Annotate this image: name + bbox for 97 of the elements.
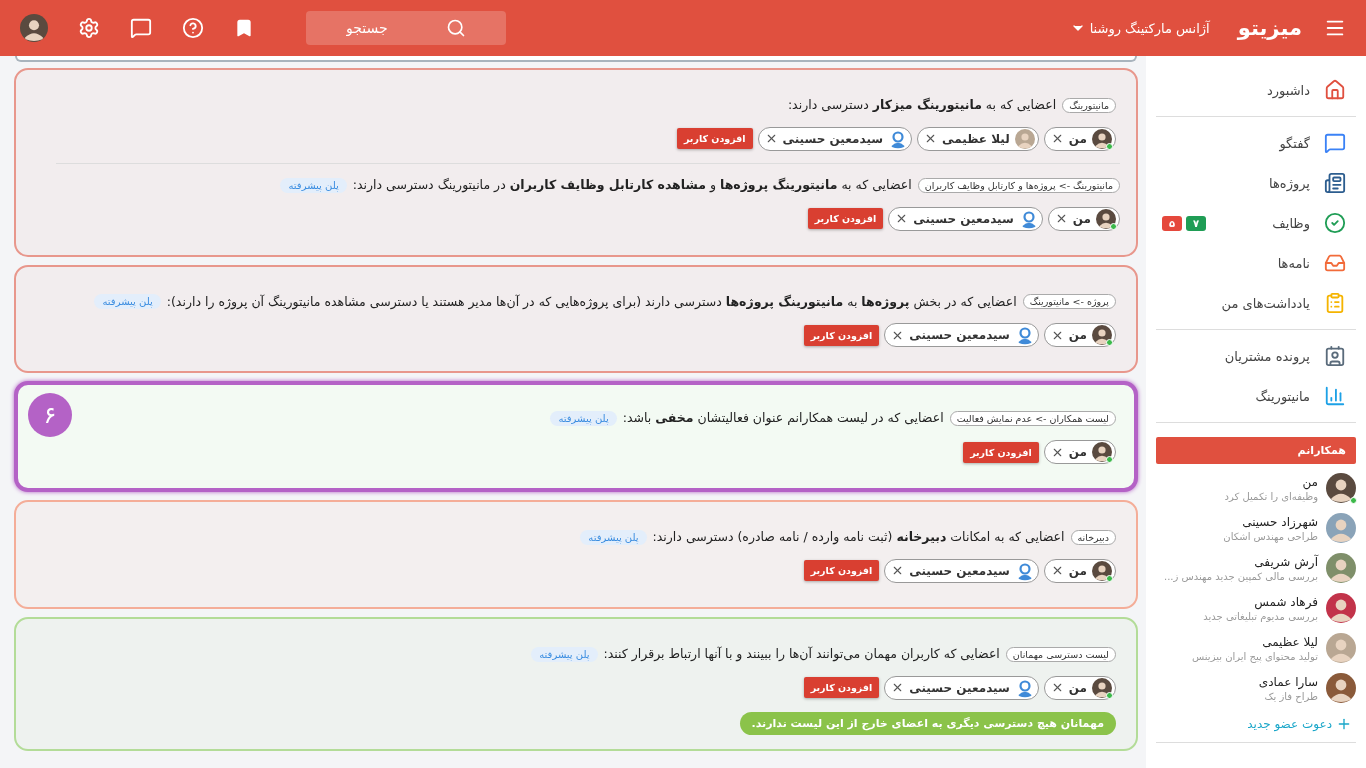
member-name: لیلا عظیمی xyxy=(942,131,1010,146)
section-tag: مانیتورینگ -> پروژه‌ها و کارتابل وظایف کاربران xyxy=(917,177,1120,193)
colleague-name: لیلا عظیمی xyxy=(1261,634,1318,649)
sidebar-item[interactable]: وظایف ۷ ۵ xyxy=(1156,203,1356,243)
member-name: من xyxy=(1072,211,1091,226)
member-name: سیدمعین حسینی xyxy=(909,563,1010,578)
sidebar-item[interactable]: پرونده مشتریان xyxy=(1156,336,1356,376)
colleague-status: طراحی مهندس اشکان xyxy=(1223,530,1318,542)
add-user-button[interactable]: افزودن کاربر xyxy=(803,324,880,346)
member-name: من xyxy=(1068,445,1087,459)
section-tag: لیست دسترسی مهمانان xyxy=(1005,646,1116,662)
section-tag: مانیتورینگ xyxy=(1062,97,1116,113)
colleague-name: من xyxy=(1301,474,1318,489)
colleague-status: تولید محتوای پیج ایران بیزینس xyxy=(1192,650,1318,662)
count-badge: ۷ xyxy=(1186,215,1207,231)
member-name: من xyxy=(1068,680,1087,695)
member-name: سیدمعین حسینی xyxy=(909,680,1010,695)
colleague-name: فرهاد شمس xyxy=(1253,594,1318,609)
guest-note: مهمانان هیچ دسترسی دیگری به اعضای خارج از این لیست ندارند. xyxy=(739,711,1116,735)
colleague-name: سارا عمادی xyxy=(1258,674,1318,689)
permission-description: اعضایی که به مانیتورینگ میزکار دسترسی دارند: xyxy=(787,96,1057,114)
colleagues-header: همکارانم xyxy=(1156,437,1356,464)
avatar-icon xyxy=(1092,442,1112,462)
colleague-item[interactable]: آرش شریفی بررسی مالی کمپین جدید مهندس ز... xyxy=(1156,548,1356,588)
permission-description: اعضایی که به امکانات دبیرخانه (ثبت نامه وارده / نامه صادره) دسترسی دارند: xyxy=(652,528,1065,547)
add-user-button[interactable]: افزودن کاربر xyxy=(803,677,880,698)
step-number: ۶ xyxy=(28,393,72,438)
add-user-button[interactable]: افزودن کاربر xyxy=(963,441,1039,463)
avatar-icon xyxy=(1014,128,1035,149)
avatar-icon xyxy=(1092,677,1112,698)
colleague-item[interactable]: فرهاد شمس بررسی مدیوم تبلیغاتی جدید xyxy=(1156,588,1356,628)
inbox-icon xyxy=(1324,252,1346,274)
avatar-icon xyxy=(1326,593,1356,623)
colleague-name: شهرزاد حسینی xyxy=(1241,514,1318,529)
avatar-icon xyxy=(1326,673,1356,703)
sidebar-item[interactable]: نامه‌ها xyxy=(1156,243,1356,283)
check-circle-icon xyxy=(1324,212,1346,234)
colleague-item[interactable]: من وظیفه‌ای را تکمیل کرد xyxy=(1156,468,1356,508)
colleague-status: وظیفه‌ای را تکمیل کرد xyxy=(1224,490,1318,502)
colleague-status: بررسی مالی کمپین جدید مهندس ز... xyxy=(1164,570,1318,582)
settings-icon[interactable] xyxy=(78,17,100,39)
permission-description: اعضایی که در لیست همکارانم عنوان فعالیتشان مخفی باشد: xyxy=(622,409,944,428)
section-tag: دبیرخانه xyxy=(1070,529,1116,545)
count-badge: ۵ xyxy=(1162,215,1183,231)
sidebar-item[interactable]: پروژه‌ها xyxy=(1156,163,1356,203)
add-user-button[interactable]: افزودن کاربر xyxy=(807,208,884,229)
user-avatar[interactable] xyxy=(20,14,48,42)
sidebar-item[interactable]: داشبورد xyxy=(1156,70,1356,110)
colleague-status: بررسی مدیوم تبلیغاتی جدید xyxy=(1203,610,1318,622)
plan-badge: پلن پیشرفته xyxy=(580,529,647,545)
chat-icon xyxy=(1324,132,1346,154)
member-name: سیدمعین حسینی xyxy=(782,131,884,146)
member-name: سیدمعین حسینی xyxy=(913,211,1014,226)
sidebar-item[interactable]: گفتگو xyxy=(1156,123,1356,163)
avatar-icon xyxy=(1092,560,1112,581)
colleague-status: طراح فاز یک xyxy=(1263,690,1318,702)
member-name: من xyxy=(1068,131,1087,146)
plus-icon xyxy=(1336,716,1352,732)
plan-badge: پلن پیشرفته xyxy=(94,294,161,310)
search-icon xyxy=(446,18,466,38)
add-user-button[interactable]: افزودن کاربر xyxy=(676,128,753,150)
colleague-name: آرش شریفی xyxy=(1253,554,1318,569)
bookmark-icon[interactable] xyxy=(234,18,254,38)
avatar-icon xyxy=(20,14,48,42)
colleague-item[interactable]: سارا عمادی طراح فاز یک xyxy=(1156,668,1356,708)
plan-badge: پلن پیشرفته xyxy=(550,411,617,427)
help-icon[interactable] xyxy=(182,17,204,39)
avatar-icon xyxy=(1096,208,1116,229)
section-tag: لیست همکاران -> عدم نمایش فعالیت xyxy=(949,411,1116,427)
chat-icon[interactable] xyxy=(130,17,152,39)
sidebar-item[interactable]: مانیتورینگ xyxy=(1156,376,1356,416)
plan-badge: پلن پیشرفته xyxy=(531,646,598,662)
avatar-icon xyxy=(1326,553,1356,583)
workspace-dropdown[interactable]: آژانس مارکتینگ روشنا xyxy=(1069,20,1210,36)
permission-description: اعضایی که در بخش پروژه‌ها به مانیتورینگ پروژه‌ها دسترسی دارند (برای پروژه‌هایی که در آن‌ها مدیر هستند یا دسترسی مشاهده مانیتورینگ آن پروژه را دارند): xyxy=(166,292,1017,312)
avatar-icon xyxy=(1092,128,1112,149)
sidebar-item[interactable]: یادداشت‌های من xyxy=(1156,283,1356,323)
logo: میزیتو xyxy=(1237,16,1302,40)
document-stack-icon xyxy=(1324,172,1346,194)
member-name: من xyxy=(1068,328,1087,343)
member-name: سیدمعین حسینی xyxy=(909,328,1010,343)
avatar-icon xyxy=(1092,325,1112,346)
avatar-icon xyxy=(1326,633,1356,663)
add-user-button[interactable]: افزودن کاربر xyxy=(803,560,880,582)
avatar-icon xyxy=(1326,513,1356,543)
home-icon xyxy=(1324,79,1346,101)
colleague-item[interactable]: لیلا عظیمی تولید محتوای پیج ایران بیزینس xyxy=(1156,628,1356,668)
bar-chart-icon xyxy=(1324,385,1346,407)
contact-card-icon xyxy=(1324,345,1346,367)
clipboard-icon xyxy=(1324,292,1346,314)
section-tag: پروژه -> مانیتورینگ xyxy=(1022,294,1116,310)
member-name: من xyxy=(1068,563,1087,578)
plan-badge: پلن پیشرفته xyxy=(280,177,347,193)
colleague-item[interactable]: شهرزاد حسینی طراحی مهندس اشکان xyxy=(1156,508,1356,548)
permission-description: اعضایی که کاربران مهمان می‌توانند آن‌ها را ببینند و با آنها ارتباط برقرار کنند: xyxy=(603,644,1000,664)
avatar-icon xyxy=(1326,473,1356,503)
permission-description: اعضایی که به مانیتورینگ پروژه‌ها و مشاهده کارتابل وظایف کاربران در مانیتورینگ دسترسی دارند: xyxy=(352,175,912,195)
